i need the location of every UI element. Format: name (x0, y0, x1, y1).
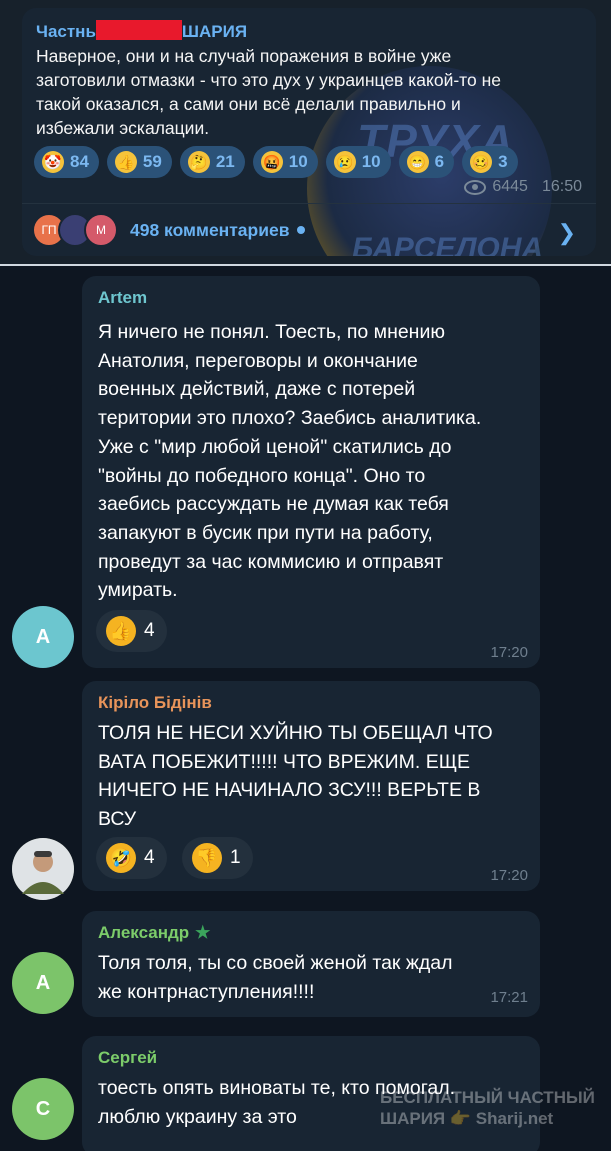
comment-time: 17:20 (490, 644, 528, 661)
reaction-chip[interactable]: 👎 1 (182, 837, 253, 879)
unread-dot-icon (297, 226, 306, 234)
thumbs-down-emoji-icon: 👎 (192, 843, 222, 873)
thumbs-up-emoji-icon: 👍 (114, 151, 137, 173)
avatar: М (84, 213, 118, 247)
channel-post-panel: ТРУХА БАРСЕЛОНА Частнь ШАРИЯ Наверное, он… (0, 0, 611, 264)
cursing-face-emoji-icon: 🤬 (260, 151, 283, 173)
comments-list: Artem Я ничего не понял. Тоесть, по мнен… (0, 266, 611, 1151)
channel-name[interactable]: Частнь ШАРИЯ (36, 20, 247, 42)
woozy-face-emoji-icon: 🥴 (470, 151, 493, 173)
comment-bubble[interactable]: Artem Я ничего не понял. Тоесть, по мнен… (82, 276, 540, 668)
comment-bubble[interactable]: Кіріло Бідінів ТОЛЯ НЕ НЕСИ ХУЙНЮ ТЫ ОБЕ… (82, 681, 540, 891)
comment-text: Толя толя, ты со своей женой так ждал же… (98, 952, 453, 1003)
grinning-emoji-icon: 😁 (406, 151, 429, 173)
reaction-chip[interactable]: 👍 59 (106, 146, 172, 178)
reaction-chip[interactable]: 🤬 10 (252, 146, 318, 178)
reaction-chip[interactable]: 🤡 84 (34, 146, 99, 178)
reaction-count: 1 (230, 847, 241, 868)
thinking-emoji-icon: 🤔 (187, 151, 210, 173)
reaction-count: 4 (144, 847, 155, 868)
crying-emoji-icon: 😢 (333, 151, 356, 173)
post-meta: 6445 16:50 (464, 178, 582, 196)
reaction-chip[interactable]: 🤔 21 (179, 146, 245, 178)
comment-time: 17:20 (490, 867, 528, 884)
thumbs-up-emoji-icon: 👍 (106, 616, 136, 646)
redaction-mark (95, 20, 182, 40)
reaction-chip[interactable]: 🥴 3 (462, 146, 518, 178)
comment-text: Я ничего не понял. Тоесть, по мнению Ана… (98, 321, 482, 602)
chevron-right-icon[interactable]: ❯ (558, 220, 576, 246)
comment-author[interactable]: Александр ★ (98, 923, 210, 943)
channel-name-prefix: Частнь (36, 22, 96, 41)
avatar[interactable]: С (12, 1078, 74, 1140)
avatar[interactable]: A (12, 606, 74, 668)
post-reactions: 🤡 84 👍 59 🤔 21 🤬 10 😢 10 😁 6 🥴 3 (34, 146, 518, 178)
comment-author[interactable]: Artem (98, 288, 147, 308)
comment-author[interactable]: Сергей (98, 1048, 157, 1068)
view-count: 6445 (492, 178, 528, 195)
avatar[interactable] (12, 838, 74, 900)
reaction-count: 84 (70, 152, 89, 171)
comments-button[interactable]: ГП М 498 комментариев (32, 213, 306, 247)
channel-name-suffix: ШАРИЯ (181, 22, 248, 41)
watermark-text: БЕСПЛАТНЫЙ ЧАСТНЫЙ ШАРИЯ 👉 Sharij.net (380, 1087, 595, 1129)
comments-count-label: 498 комментариев (130, 219, 290, 240)
avatar[interactable]: A (12, 952, 74, 1014)
reaction-chip[interactable]: 👍 4 (96, 610, 167, 652)
post-time: 16:50 (541, 178, 582, 195)
post-text: Наверное, они и на случай поражения в во… (36, 46, 501, 138)
eye-icon (464, 179, 487, 195)
comment-author[interactable]: Кіріло Бідінів (98, 693, 212, 713)
watermark-line: БЕСПЛАТНЫЙ ЧАСТНЫЙ (380, 1088, 595, 1107)
rolling-laughing-emoji-icon: 🤣 (106, 843, 136, 873)
reaction-chip[interactable]: 🤣 4 (96, 837, 167, 879)
reaction-count: 59 (142, 152, 162, 171)
comment-bubble[interactable]: Александр ★ Толя толя, ты со своей женой … (82, 911, 540, 1017)
comment-author-name: Александр (98, 923, 190, 942)
reaction-count: 4 (144, 620, 155, 641)
comment-time: 17:21 (490, 989, 528, 1006)
user-photo-icon (12, 838, 74, 900)
reaction-chip[interactable]: 😢 10 (325, 146, 391, 178)
reaction-count: 21 (215, 152, 235, 171)
reaction-count: 6 (434, 152, 445, 171)
clown-emoji-icon: 🤡 (42, 151, 64, 173)
divider (22, 203, 596, 204)
watermark-line: ШАРИЯ 👉 Sharij.net (380, 1109, 554, 1128)
watermark-bottom-text: БАРСЕЛОНА (352, 232, 544, 256)
comment-text: ТОЛЯ НЕ НЕСИ ХУЙНЮ ТЫ ОБЕЩАЛ ЧТО ВАТА ПО… (98, 722, 493, 831)
reaction-count: 3 (498, 152, 508, 171)
reaction-chip[interactable]: 😁 6 (398, 146, 455, 178)
reaction-count: 10 (361, 152, 381, 171)
reaction-count: 10 (288, 152, 308, 171)
star-icon: ★ (195, 923, 211, 942)
channel-post[interactable]: ТРУХА БАРСЕЛОНА Частнь ШАРИЯ Наверное, он… (22, 8, 596, 256)
